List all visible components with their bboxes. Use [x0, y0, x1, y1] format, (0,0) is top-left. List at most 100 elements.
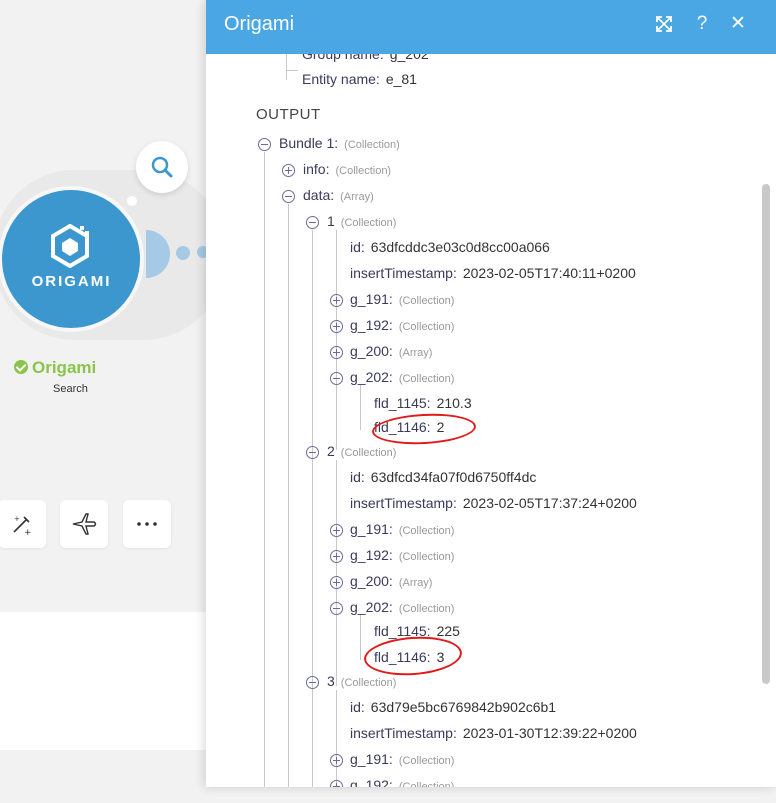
tree-type: (Collection) — [398, 373, 455, 385]
tree-key: 2 — [327, 443, 335, 459]
array-item-row[interactable]: 3 (Collection) — [327, 673, 396, 693]
tree-value: 225 — [436, 623, 460, 639]
collapse-toggle-icon[interactable] — [258, 138, 271, 151]
tree-type: (Collection) — [398, 551, 455, 563]
panel-body: Group name: g_202 Entity name: e_81 OUTPUT… — [206, 54, 776, 787]
tree-key: g_191: — [350, 521, 393, 537]
expand-toggle-icon[interactable] — [330, 576, 343, 589]
array-item-row[interactable]: 2 (Collection) — [327, 443, 396, 463]
output-heading: OUTPUT — [256, 106, 321, 123]
tree-type: (Collection) — [340, 677, 397, 689]
tree-key: id: — [350, 469, 365, 485]
expand-toggle-icon[interactable] — [330, 524, 343, 537]
auto-align-button[interactable]: + + — [0, 500, 46, 548]
red-annotation-circle — [371, 411, 477, 447]
tree-type: (Collection) — [398, 603, 455, 615]
origami-logo-text: ORIGAMI — [31, 273, 112, 290]
tree-type: (Collection) — [398, 295, 455, 307]
magic-wand-icon: + + — [13, 515, 32, 537]
g192-row[interactable]: g_192: (Collection) — [350, 547, 454, 567]
tree-type: (Collection) — [340, 447, 397, 459]
tree-key: data: — [303, 187, 335, 203]
id-row: id: 63dfcd34fa07f0d6750ff4dc — [350, 469, 536, 489]
tree-key: insertTimestamp: — [350, 495, 457, 511]
tree-key: insertTimestamp: — [350, 725, 457, 741]
expand-toggle-icon[interactable] — [330, 550, 343, 563]
tree-type: (Collection) — [398, 321, 455, 333]
array-item-row[interactable]: 1 (Collection) — [327, 213, 396, 233]
collapse-toggle-icon[interactable] — [306, 676, 319, 689]
g191-row[interactable]: g_191: (Collection) — [350, 291, 454, 311]
search-icon — [151, 156, 173, 178]
g202-row[interactable]: g_202: (Collection) — [350, 599, 454, 619]
collapse-toggle-icon[interactable] — [306, 216, 319, 229]
tree-key: g_191: — [350, 291, 393, 307]
tree-connector — [286, 70, 298, 71]
tree-value: 2023-01-30T12:39:22+0200 — [462, 725, 637, 741]
tree-connector — [336, 230, 337, 450]
tree-type: (Array) — [398, 577, 433, 589]
timestamp-row: insertTimestamp: 2023-02-05T17:40:11+0200 — [350, 265, 636, 285]
g202-row[interactable]: g_202: (Collection) — [350, 369, 454, 389]
close-icon[interactable]: ✕ — [726, 12, 750, 36]
tree-value: 210.3 — [436, 395, 472, 411]
tree-connector — [336, 690, 337, 787]
tree-type: (Collection) — [344, 139, 400, 151]
g200-row[interactable]: g_200: (Array) — [350, 343, 432, 363]
info-row[interactable]: info: (Collection) — [303, 161, 391, 181]
tree-value: 63dfcddc3e03c0d8cc00a066 — [370, 239, 550, 255]
tree-key: insertTimestamp: — [350, 265, 457, 281]
expand-toggle-icon[interactable] — [330, 320, 343, 333]
tree-connector — [360, 614, 361, 660]
tree-value: 63dfcd34fa07f0d6750ff4dc — [370, 469, 537, 485]
tree-connector — [336, 460, 337, 686]
g192-row[interactable]: g_192: (Collection) — [350, 317, 454, 337]
id-row: id: 63dfcddc3e03c0d8cc00a066 — [350, 239, 550, 259]
help-icon[interactable]: ? — [690, 12, 714, 36]
field-key: Group name: — [302, 54, 384, 62]
tree-connector — [264, 152, 265, 787]
tree-type: (Array) — [340, 191, 374, 203]
field-value: g_202 — [389, 54, 429, 62]
origami-logo-icon — [51, 224, 89, 268]
ellipsis-icon — [137, 522, 157, 526]
bundle-row[interactable]: Bundle 1: (Collection) — [279, 135, 400, 155]
tree-key: g_202: — [350, 369, 393, 385]
tree-key: id: — [350, 239, 365, 255]
field-value: e_81 — [385, 71, 417, 87]
data-row[interactable]: data: (Array) — [303, 187, 374, 207]
expand-toggle-icon[interactable] — [282, 164, 295, 177]
collapse-toggle-icon[interactable] — [330, 602, 343, 615]
g192-row[interactable]: g_192: (Collection) — [350, 777, 454, 787]
expand-toggle-icon[interactable] — [330, 346, 343, 359]
expand-toggle-icon[interactable] — [330, 294, 343, 307]
expand-toggle-icon[interactable] — [330, 754, 343, 767]
timestamp-row: insertTimestamp: 2023-02-05T17:37:24+0200 — [350, 495, 637, 515]
explain-flow-button[interactable] — [60, 500, 108, 548]
search-action-bubble[interactable] — [136, 141, 188, 193]
id-row: id: 63d79e5bc6769842b902c6b1 — [350, 699, 556, 719]
tree-key: g_191: — [350, 751, 393, 767]
tree-type: (Collection) — [398, 525, 455, 537]
tree-value: 2023-02-05T17:37:24+0200 — [462, 495, 637, 511]
more-options-button[interactable] — [123, 500, 171, 548]
collapse-toggle-icon[interactable] — [282, 190, 295, 203]
svg-text:+: + — [24, 528, 32, 537]
expand-toggle-icon[interactable] — [330, 780, 343, 787]
tree-key: 1 — [327, 213, 335, 229]
tree-key: info: — [303, 161, 330, 177]
expand-icon[interactable] — [652, 12, 676, 36]
g191-row[interactable]: g_191: (Collection) — [350, 521, 454, 541]
collapse-toggle-icon[interactable] — [330, 372, 343, 385]
timestamp-row: insertTimestamp: 2023-01-30T12:39:22+0200 — [350, 725, 637, 745]
group-name-row: Group name: g_202 — [302, 54, 429, 66]
g191-row[interactable]: g_191: (Collection) — [350, 751, 454, 771]
collapse-toggle-icon[interactable] — [306, 446, 319, 459]
tree-key: g_200: — [350, 573, 393, 589]
tree-key: g_202: — [350, 599, 393, 615]
module-name-text: Origami — [32, 358, 97, 377]
g200-row[interactable]: g_200: (Array) — [350, 573, 432, 593]
tree-connector — [360, 384, 361, 430]
tree-key: id: — [350, 699, 365, 715]
tree-key: fld_1145: — [374, 395, 431, 411]
